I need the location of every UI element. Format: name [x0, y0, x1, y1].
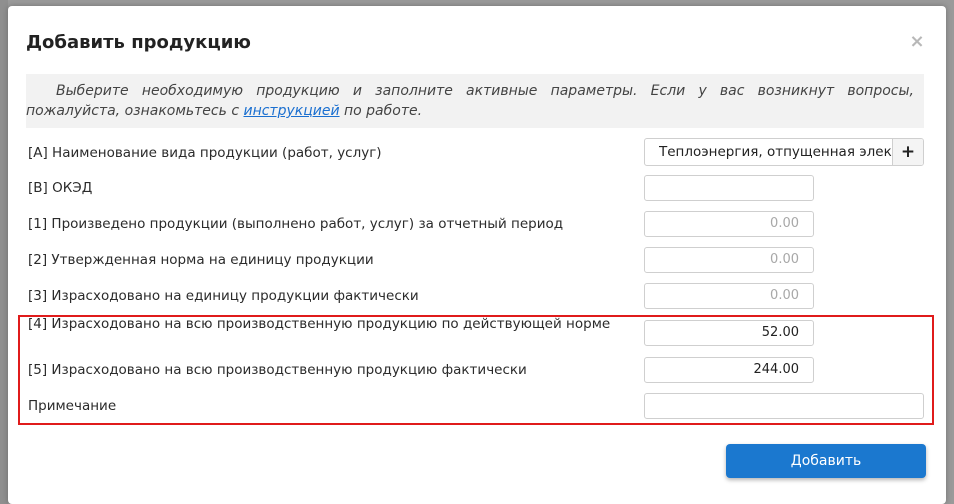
oked-input[interactable]: [644, 175, 814, 201]
info-text-end: по работе.: [339, 103, 423, 119]
spent-by-norm-input[interactable]: 52.00: [644, 320, 814, 346]
label-approved-norm: [2] Утвержденная норма на единицу продук…: [28, 252, 374, 268]
add-product-button[interactable]: +: [892, 139, 923, 165]
add-product-modal: Добавить продукцию × Выберите необходиму…: [8, 6, 946, 504]
add-button[interactable]: Добавить: [726, 444, 926, 478]
modal-title: Добавить продукцию: [26, 32, 251, 53]
product-select-value: Теплоэнергия, отпущенная электростанциям…: [659, 144, 895, 160]
label-note: Примечание: [28, 398, 117, 414]
backdrop: [0, 0, 8, 504]
approved-norm-input[interactable]: 0.00: [644, 247, 814, 273]
spent-actual-input[interactable]: 244.00: [644, 357, 814, 383]
label-product-name: [A] Наименование вида продукции (работ, …: [28, 145, 382, 161]
info-text: Выберите необходимую продукцию и заполни…: [26, 83, 914, 119]
label-produced: [1] Произведено продукции (выполнено раб…: [28, 216, 564, 232]
spent-per-unit-input[interactable]: 0.00: [644, 283, 814, 309]
backdrop-right: [946, 0, 954, 504]
label-spent-actual: [5] Израсходовано на всю производственну…: [28, 362, 527, 378]
label-spent-per-unit: [3] Израсходовано на единицу продукции ф…: [28, 288, 419, 304]
close-icon[interactable]: ×: [907, 32, 927, 52]
product-select[interactable]: Теплоэнергия, отпущенная электростанциям…: [644, 138, 924, 166]
label-oked: [B] ОКЭД: [28, 180, 93, 196]
instruction-link[interactable]: инструкцией: [243, 103, 339, 119]
produced-input[interactable]: 0.00: [644, 211, 814, 237]
info-box: Выберите необходимую продукцию и заполни…: [26, 74, 924, 128]
note-input[interactable]: [644, 393, 924, 419]
label-spent-by-norm: [4] Израсходовано на всю производственну…: [28, 316, 611, 332]
